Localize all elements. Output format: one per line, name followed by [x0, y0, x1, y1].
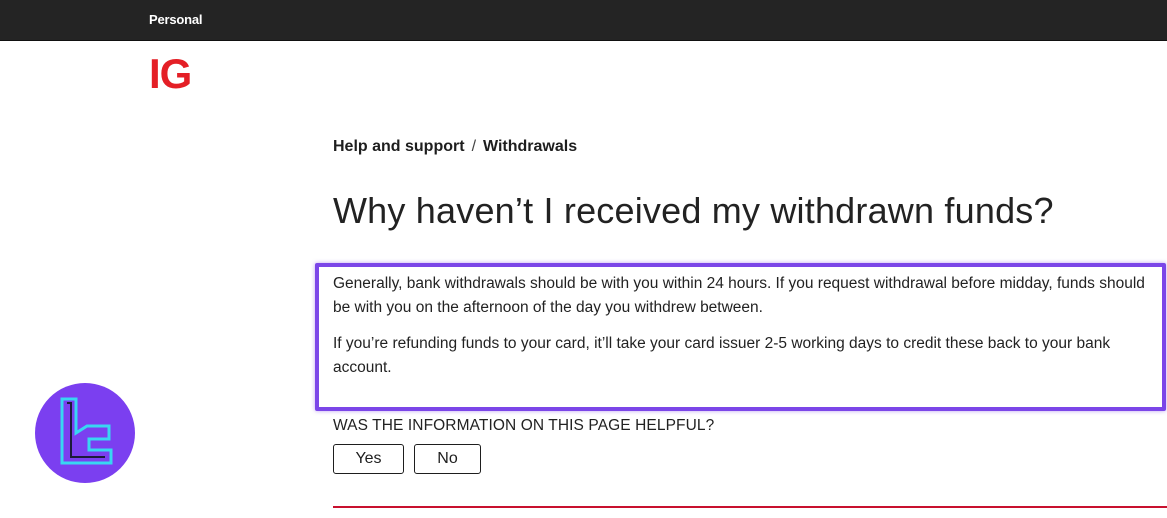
- page-title: Why haven’t I received my withdrawn fund…: [333, 190, 1054, 231]
- breadcrumb: Help and support / Withdrawals: [333, 138, 577, 156]
- article-paragraph: Generally, bank withdrawals should be wi…: [333, 275, 1145, 316]
- breadcrumb-help-and-support[interactable]: Help and support: [333, 138, 465, 155]
- top-navigation-bar: Personal: [0, 0, 1167, 41]
- article-paragraph: If you’re refunding funds to your card, …: [333, 335, 1111, 376]
- feedback-question: WAS THE INFORMATION ON THIS PAGE HELPFUL…: [333, 417, 715, 434]
- section-divider: [333, 506, 1167, 508]
- breadcrumb-separator: /: [471, 138, 477, 155]
- breadcrumb-withdrawals[interactable]: Withdrawals: [483, 138, 577, 155]
- ig-logo[interactable]: IG: [149, 53, 192, 95]
- feedback-yes-button[interactable]: Yes: [333, 444, 404, 474]
- feedback-no-button[interactable]: No: [414, 444, 481, 474]
- watermark-logo-icon: [35, 383, 135, 483]
- article-body: Generally, bank withdrawals should be wi…: [333, 272, 1163, 392]
- personal-nav-link[interactable]: Personal: [149, 12, 203, 27]
